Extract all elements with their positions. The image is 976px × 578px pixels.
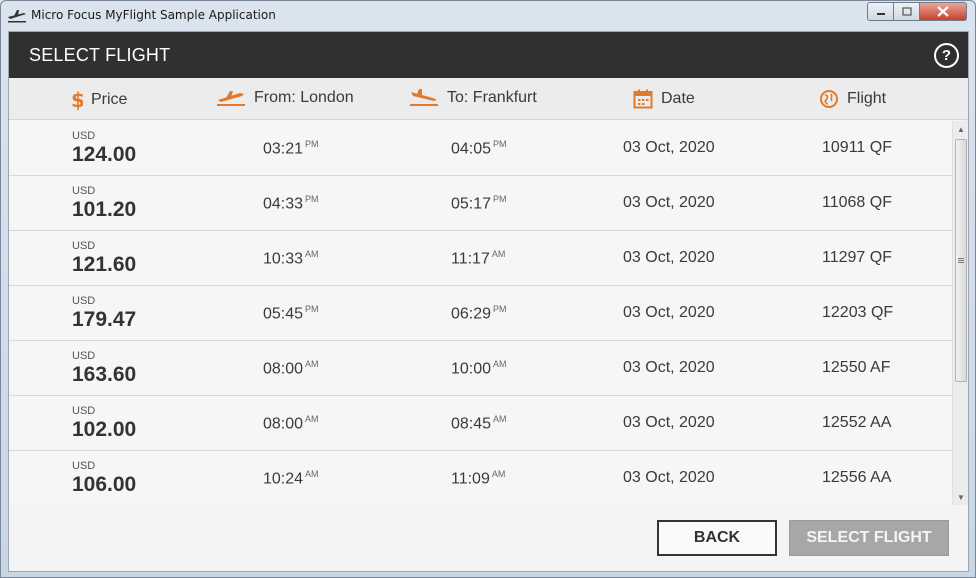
arrival-time: 11:09 AM bbox=[451, 469, 506, 488]
scrollbar-thumb[interactable] bbox=[955, 139, 967, 382]
dollar-icon: $ bbox=[71, 89, 83, 111]
departure-time: 08:00 AM bbox=[263, 359, 319, 378]
maximize-icon bbox=[901, 7, 912, 16]
currency-label: USD bbox=[72, 405, 96, 417]
departure-time: 03:21 PM bbox=[263, 139, 319, 158]
arrival-time: 04:05 PM bbox=[451, 139, 507, 158]
flight-date: 03 Oct, 2020 bbox=[623, 139, 715, 156]
column-label-to: To: Frankfurt bbox=[447, 89, 537, 106]
minimize-button[interactable] bbox=[867, 2, 894, 21]
flight-date: 03 Oct, 2020 bbox=[623, 469, 715, 486]
takeoff-icon bbox=[217, 91, 245, 106]
column-label-price: Price bbox=[91, 91, 128, 108]
select-flight-panel: SELECT FLIGHT ? $ Price From: London bbox=[8, 31, 969, 572]
column-header-price[interactable]: $ Price bbox=[71, 89, 127, 111]
currency-label: USD bbox=[72, 295, 96, 307]
flight-row[interactable]: USD 163.60 08:00 AM 10:00 AM 03 Oct, 2020 … bbox=[9, 341, 952, 396]
app-window: Micro Focus MyFlight Sample Application … bbox=[0, 0, 976, 578]
column-header-to[interactable]: To: Frankfurt bbox=[409, 89, 537, 107]
departure-time: 10:24 AM bbox=[263, 469, 319, 488]
flight-date: 03 Oct, 2020 bbox=[623, 194, 715, 211]
price-value: 121.60 bbox=[72, 253, 137, 276]
flight-row[interactable]: USD 101.20 04:33 PM 05:17 PM 03 Oct, 2020 … bbox=[9, 176, 952, 231]
flight-row[interactable]: USD 179.47 05:45 PM 06:29 PM 03 Oct, 2020 … bbox=[9, 286, 952, 341]
flight-date: 03 Oct, 2020 bbox=[623, 414, 715, 431]
currency-label: USD bbox=[72, 130, 96, 142]
minimize-icon bbox=[876, 12, 885, 15]
arrival-time: 11:17 AM bbox=[451, 249, 506, 268]
column-header-flight[interactable]: Flight bbox=[819, 89, 886, 109]
footer-actions: BACK SELECT FLIGHT bbox=[9, 505, 968, 571]
price-value: 102.00 bbox=[72, 418, 137, 441]
airplane-app-icon bbox=[8, 10, 26, 23]
flight-date: 03 Oct, 2020 bbox=[623, 249, 715, 266]
flight-row[interactable]: USD 124.00 03:21 PM 04:05 PM 03 Oct, 2020 … bbox=[9, 121, 952, 176]
title-bar[interactable]: Micro Focus MyFlight Sample Application bbox=[1, 1, 975, 31]
departure-time: 10:33 AM bbox=[263, 249, 319, 268]
flight-row[interactable]: USD 121.60 10:33 AM 11:17 AM 03 Oct, 2020 … bbox=[9, 231, 952, 286]
column-header-date[interactable]: Date bbox=[633, 89, 695, 109]
close-button[interactable] bbox=[920, 2, 967, 21]
calendar-icon bbox=[633, 89, 653, 109]
flight-number: 12552 AA bbox=[822, 414, 892, 431]
help-button[interactable]: ? bbox=[934, 43, 959, 68]
flight-list: USD 124.00 03:21 PM 04:05 PM 03 Oct, 2020 … bbox=[9, 121, 952, 505]
select-flight-button[interactable]: SELECT FLIGHT bbox=[789, 520, 949, 556]
flight-number: 11068 QF bbox=[822, 194, 892, 211]
landing-icon bbox=[410, 89, 438, 106]
close-icon bbox=[937, 6, 949, 17]
column-label-flight: Flight bbox=[847, 90, 887, 107]
flight-number: 12203 QF bbox=[822, 304, 894, 321]
page-title: SELECT FLIGHT bbox=[29, 45, 171, 65]
maximize-button[interactable] bbox=[894, 2, 920, 21]
arrival-time: 08:45 AM bbox=[451, 414, 507, 433]
price-value: 163.60 bbox=[72, 363, 137, 386]
window-title: Micro Focus MyFlight Sample Application bbox=[31, 8, 276, 22]
currency-label: USD bbox=[72, 350, 96, 362]
price-value: 106.00 bbox=[72, 473, 137, 496]
svg-text:$: $ bbox=[71, 89, 83, 111]
arrival-time: 05:17 PM bbox=[451, 194, 507, 213]
currency-label: USD bbox=[72, 185, 96, 197]
grip-icon bbox=[958, 258, 964, 263]
flight-date: 03 Oct, 2020 bbox=[623, 304, 715, 321]
scroll-up-arrow-icon[interactable]: ▲ bbox=[953, 121, 968, 137]
help-icon: ? bbox=[941, 47, 952, 64]
scroll-down-arrow-icon[interactable]: ▼ bbox=[953, 489, 968, 505]
currency-label: USD bbox=[72, 240, 96, 252]
departure-time: 05:45 PM bbox=[263, 304, 319, 323]
flight-number: 10911 QF bbox=[822, 139, 892, 156]
flight-number: 12550 AF bbox=[822, 359, 891, 376]
column-label-from: From: London bbox=[254, 89, 354, 106]
flight-number: 11297 QF bbox=[822, 249, 892, 266]
price-value: 179.47 bbox=[72, 308, 137, 331]
arrival-time: 06:29 PM bbox=[451, 304, 507, 323]
flight-number: 12556 AA bbox=[822, 469, 892, 486]
globe-icon bbox=[820, 90, 838, 108]
flight-row[interactable]: USD 102.00 08:00 AM 08:45 AM 03 Oct, 2020 … bbox=[9, 396, 952, 451]
back-button[interactable]: BACK bbox=[657, 520, 777, 556]
column-label-date: Date bbox=[661, 90, 695, 107]
departure-time: 08:00 AM bbox=[263, 414, 319, 433]
price-value: 101.20 bbox=[72, 198, 137, 221]
column-header-from[interactable]: From: London bbox=[216, 89, 354, 107]
page-header: SELECT FLIGHT ? bbox=[9, 32, 968, 78]
flight-date: 03 Oct, 2020 bbox=[623, 359, 715, 376]
column-headers: $ Price From: London To: Frankfurt bbox=[9, 78, 968, 120]
flight-row[interactable]: USD 106.00 10:24 AM 11:09 AM 03 Oct, 2020 … bbox=[9, 451, 952, 505]
departure-time: 04:33 PM bbox=[263, 194, 319, 213]
arrival-time: 10:00 AM bbox=[451, 359, 507, 378]
vertical-scrollbar[interactable]: ▲ ▼ bbox=[952, 121, 968, 505]
price-value: 124.00 bbox=[72, 143, 137, 166]
currency-label: USD bbox=[72, 460, 96, 472]
